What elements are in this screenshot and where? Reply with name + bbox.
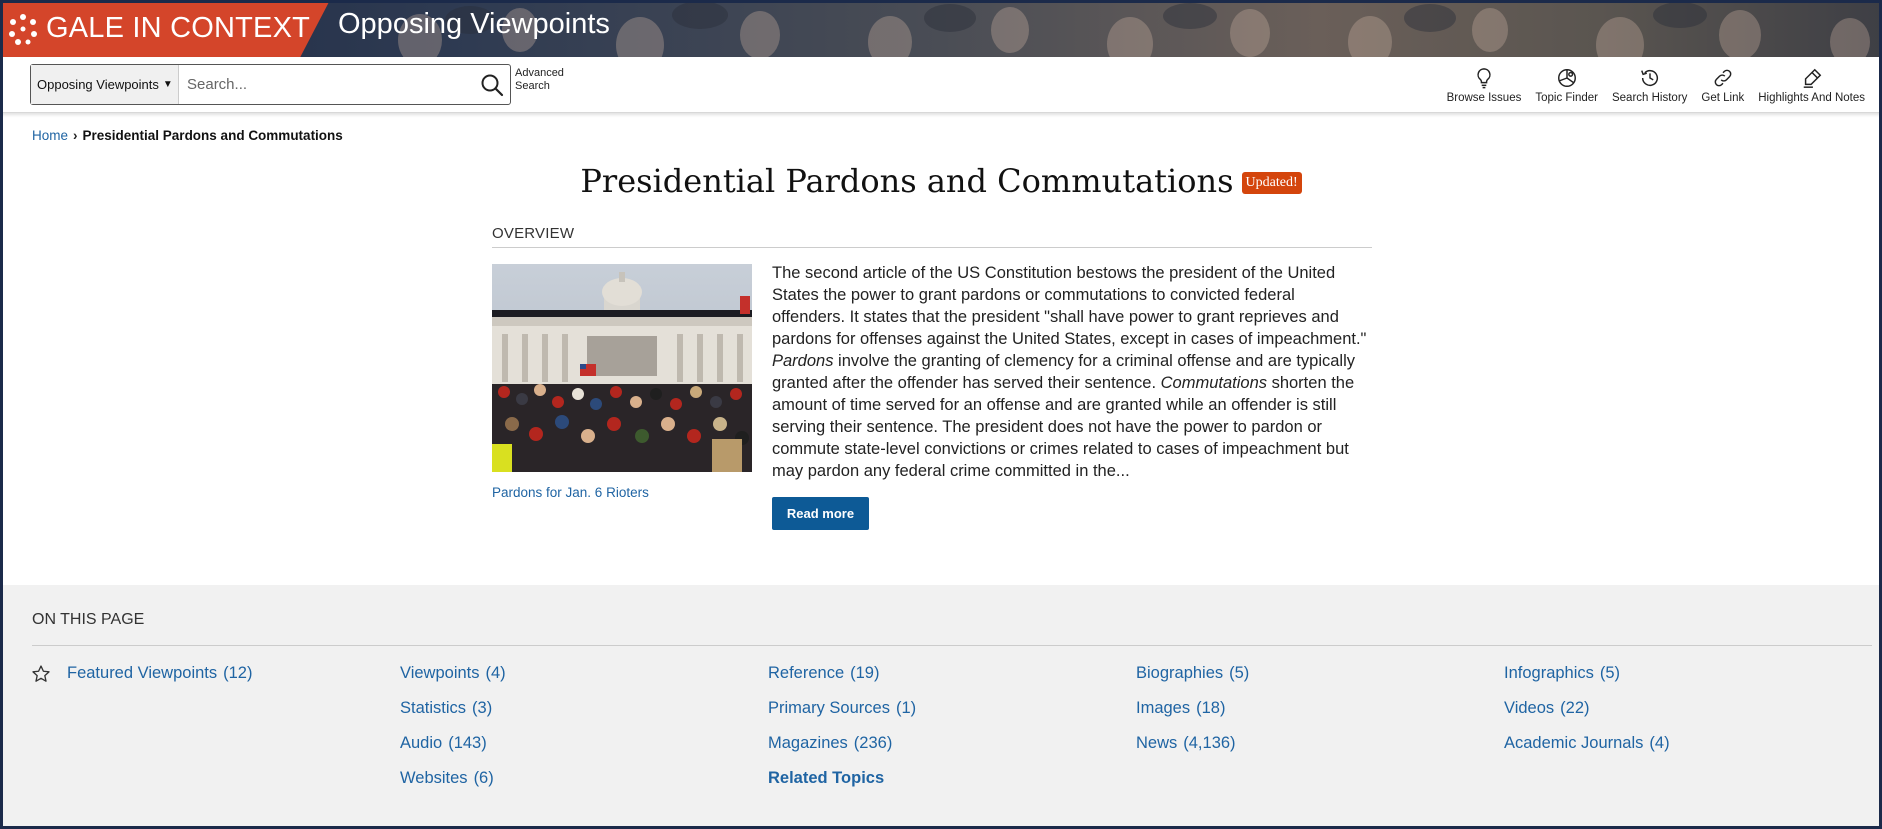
topic-link-audio[interactable]: Audio (143): [400, 734, 487, 753]
topic-link-featured-viewpoints[interactable]: Featured Viewpoints (12): [67, 664, 252, 683]
advanced-search-link[interactable]: Advanced Search: [515, 67, 564, 93]
advanced-search-label-1: Advanced: [515, 67, 564, 79]
breadcrumb-current: Presidential Pardons and Commutations: [82, 128, 343, 143]
chevron-down-icon: ▼: [162, 79, 173, 90]
topic-count: (19): [850, 664, 880, 682]
page-title-row: Presidential Pardons and Commutations Upd…: [0, 162, 1882, 200]
topic-label: Related Topics: [768, 769, 885, 787]
page-title: Presidential Pardons and Commutations: [580, 162, 1234, 200]
history-icon: [1640, 70, 1658, 87]
image-caption-link[interactable]: Pardons for Jan. 6 Rioters: [492, 485, 649, 500]
updated-badge: Updated!: [1241, 172, 1302, 194]
topic-count: (236): [853, 734, 893, 752]
toolbar-tools: Browse Issues Topic Finder Search Histor…: [1440, 57, 1872, 113]
overview-term-commutations: Commutations: [1160, 374, 1267, 392]
topic-label: Viewpoints: [400, 664, 480, 682]
topic-link-related-topics[interactable]: Related Topics: [768, 769, 884, 788]
topic-count: (5): [1599, 664, 1621, 682]
chevron-right-icon: ›: [73, 128, 78, 143]
capitol-riot-photo: [492, 264, 752, 472]
topic-finder-label: Topic Finder: [1535, 92, 1598, 104]
get-link-button[interactable]: Get Link: [1694, 67, 1751, 113]
overview-divider: [492, 247, 1372, 248]
search-scope-value: Opposing Viewpoints: [37, 77, 159, 92]
breadcrumb-home-link[interactable]: Home: [32, 128, 68, 143]
topic-label: Audio: [400, 734, 443, 752]
browse-issues-label: Browse Issues: [1446, 92, 1522, 104]
topic-link-videos[interactable]: Videos (22): [1504, 699, 1590, 718]
product-name[interactable]: Opposing Viewpoints: [338, 8, 610, 41]
overview-term-pardons: Pardons: [772, 352, 834, 370]
link-icon: [1714, 69, 1732, 87]
topic-count: (143): [448, 734, 487, 752]
topic-finder-button[interactable]: Topic Finder: [1528, 67, 1605, 113]
topic-label: Magazines: [768, 734, 848, 752]
search-box: Opposing Viewpoints ▼: [30, 64, 511, 105]
highlights-notes-label: Highlights And Notes: [1758, 92, 1865, 104]
topic-label: Websites: [400, 769, 468, 787]
topic-finder-icon: [1557, 69, 1576, 87]
search-history-label: Search History: [1611, 92, 1688, 104]
topic-label: News: [1136, 734, 1178, 752]
topic-link-magazines[interactable]: Magazines (236): [768, 734, 892, 753]
on-this-page-section: ON THIS PAGE Featured Viewpoints (12) Vie…: [0, 585, 1882, 829]
topic-count: (12): [223, 664, 253, 682]
topic-link-biographies[interactable]: Biographies (5): [1136, 664, 1249, 683]
topic-count: (1): [895, 699, 917, 717]
topic-link-reference[interactable]: Reference (19): [768, 664, 879, 683]
topic-count: (4): [485, 664, 506, 682]
brand-name: GALE IN CONTEXT: [46, 12, 311, 44]
topic-label: Infographics: [1504, 664, 1594, 682]
star-icon: [32, 665, 50, 682]
topic-label: Academic Journals: [1504, 734, 1644, 752]
topic-label: Videos: [1504, 699, 1555, 717]
overview-text-part: The second article of the US Constitutio…: [772, 264, 1367, 348]
highlights-notes-button[interactable]: Highlights And Notes: [1751, 67, 1872, 113]
topic-link-news[interactable]: News (4,136): [1136, 734, 1236, 753]
topic-link-statistics[interactable]: Statistics (3): [400, 699, 492, 718]
topic-count: (4): [1649, 734, 1670, 752]
topic-label: Statistics: [400, 699, 467, 717]
gale-logo-icon: [9, 13, 37, 45]
overview-heading: OVERVIEW: [492, 225, 575, 242]
on-this-page-divider: [32, 645, 1872, 646]
topic-count: (6): [473, 769, 494, 787]
topic-link-infographics[interactable]: Infographics (5): [1504, 664, 1620, 683]
read-more-button[interactable]: Read more: [772, 497, 869, 530]
topic-link-websites[interactable]: Websites (6): [400, 769, 494, 788]
topic-count: (3): [472, 699, 493, 717]
search-history-button[interactable]: Search History: [1605, 67, 1694, 113]
search-scope-select[interactable]: Opposing Viewpoints ▼: [31, 65, 179, 104]
topic-count: (22): [1560, 699, 1590, 717]
topic-link-images[interactable]: Images (18): [1136, 699, 1225, 718]
topic-label: Reference: [768, 664, 845, 682]
topic-count: (5): [1229, 664, 1250, 682]
on-this-page-heading: ON THIS PAGE: [32, 611, 145, 628]
header-banner: GALE IN CONTEXT Opposing Viewpoints: [0, 0, 1882, 57]
search-icon[interactable]: [480, 73, 504, 97]
breadcrumb: Home › Presidential Pardons and Commutatio…: [32, 128, 343, 143]
topic-label: Biographies: [1136, 664, 1224, 682]
brand-logo-area[interactable]: GALE IN CONTEXT: [0, 0, 330, 57]
topic-count: (4,136): [1183, 734, 1236, 752]
topic-link-academic-journals[interactable]: Academic Journals (4): [1504, 734, 1670, 753]
topic-link-viewpoints[interactable]: Viewpoints (4): [400, 664, 506, 683]
get-link-label: Get Link: [1701, 92, 1745, 104]
browse-issues-button[interactable]: Browse Issues: [1440, 67, 1529, 113]
highlighter-icon: [1803, 68, 1821, 88]
topic-count: (18): [1196, 699, 1226, 717]
search-input[interactable]: [187, 73, 457, 95]
search-toolbar: Opposing Viewpoints ▼ Advanced Search Br…: [0, 57, 1882, 113]
topic-link-primary-sources[interactable]: Primary Sources (1): [768, 699, 916, 718]
overview-text: The second article of the US Constitutio…: [772, 262, 1372, 482]
overview-image[interactable]: [492, 264, 752, 472]
lightbulb-icon: [1477, 68, 1491, 89]
advanced-search-label-2: Search: [515, 80, 550, 92]
topic-label: Primary Sources: [768, 699, 890, 717]
topic-label: Images: [1136, 699, 1191, 717]
topic-label: Featured Viewpoints: [67, 664, 218, 682]
